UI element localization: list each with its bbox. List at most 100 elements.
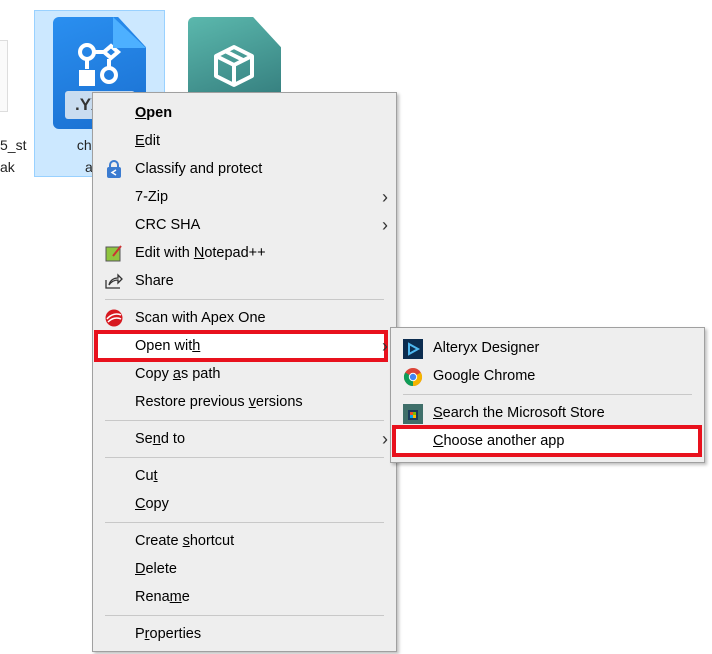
menu-item-label: Edit with Notepad++ [135, 239, 266, 267]
label-part: t [153, 468, 158, 484]
menu-item-restore-previous-versions[interactable]: Restore previous versions [93, 388, 396, 416]
label-part: h [192, 338, 201, 354]
menu-item-label: Copy [135, 490, 169, 518]
label-part: d to [160, 431, 186, 447]
menu-item-classify-and-protect[interactable]: Classify and protect [93, 155, 396, 183]
label-part: hoose another app [443, 433, 565, 449]
menu-item-scan-with-apex-one[interactable]: Scan with Apex One [93, 304, 396, 332]
label-part: Cu [135, 468, 154, 484]
label-part: Edit with [135, 245, 194, 261]
menu-item-label: 7-Zip [135, 183, 168, 211]
label-part: s path [180, 366, 221, 382]
chevron-right-icon: › [382, 187, 388, 207]
file-icon-partial[interactable] [0, 40, 8, 112]
menu-item-label: Search the Microsoft Store [433, 399, 605, 427]
label-part: elete [145, 561, 177, 577]
label-part: v [248, 394, 256, 410]
label-part: Alteryx Designer [433, 340, 540, 356]
menu-item-choose-another-app[interactable]: Choose another app [391, 427, 704, 455]
label-part: Create [135, 533, 183, 549]
menu-item-label: Alteryx Designer [433, 334, 539, 362]
label-part: Classify and protect [135, 161, 263, 177]
chevron-right-icon: › [382, 336, 388, 356]
label-part: Rena [135, 589, 170, 605]
menu-item-open[interactable]: Open [93, 99, 396, 127]
label-part: O [135, 105, 147, 121]
menu-item-create-shortcut[interactable]: Create shortcut [93, 527, 396, 555]
file-label-line: 5_st [0, 137, 27, 153]
label-part: C [433, 433, 444, 449]
alteryx-icon [403, 339, 423, 359]
menu-item-label: Edit [135, 127, 160, 155]
menu-item-send-to[interactable]: Send to › [93, 425, 396, 453]
label-part: S [433, 405, 443, 421]
label-part: dit [144, 133, 160, 149]
label-part: P [135, 626, 145, 642]
menu-item-google-chrome[interactable]: Google Chrome [391, 362, 704, 390]
menu-item-label: Open [135, 99, 172, 127]
lock-icon [105, 160, 123, 178]
menu-item-properties[interactable]: Properties [93, 620, 396, 648]
label-part: Open wit [135, 338, 193, 354]
menu-separator [403, 394, 692, 395]
menu-item-cut[interactable]: Cut [93, 462, 396, 490]
label-part: m [169, 589, 182, 605]
label-part: D [135, 561, 146, 577]
file-label-partial[interactable]: 5_stak [0, 134, 26, 178]
menu-item-label: Open with [135, 332, 200, 360]
menu-item-label: Create shortcut [135, 527, 234, 555]
menu-item-copy[interactable]: Copy [93, 490, 396, 518]
label-part: E [135, 133, 145, 149]
menu-item-crc-sha[interactable]: CRC SHA › [93, 211, 396, 239]
label-part: earch the Microsoft Store [442, 405, 605, 421]
apex-one-icon [105, 309, 123, 327]
menu-item-label: Google Chrome [433, 362, 535, 390]
file-label-line: ak [0, 159, 15, 175]
label-part: s [182, 533, 190, 549]
label-part: e [181, 589, 190, 605]
menu-separator [105, 522, 384, 523]
menu-item-open-with[interactable]: Open with › [93, 332, 396, 360]
label-part: opy [145, 496, 169, 512]
menu-separator [105, 420, 384, 421]
label-part: CRC SHA [135, 217, 201, 233]
menu-item-label: Cut [135, 462, 158, 490]
share-icon [105, 272, 123, 290]
menu-item-edit-with-notepad[interactable]: Edit with Notepad++ [93, 239, 396, 267]
menu-item-label: Classify and protect [135, 155, 262, 183]
menu-item-label: CRC SHA [135, 211, 200, 239]
menu-item-label: Send to [135, 425, 185, 453]
notepad-icon [105, 244, 123, 262]
menu-item-rename[interactable]: Rename [93, 583, 396, 611]
label-part: Se [135, 431, 153, 447]
menu-item-label: Properties [135, 620, 201, 648]
menu-item-delete[interactable]: Delete [93, 555, 396, 583]
label-part: otepad++ [204, 245, 266, 261]
menu-separator [105, 457, 384, 458]
label-part: 7-Zip [135, 189, 169, 205]
menu-item-copy-as-path[interactable]: Copy as path [93, 360, 396, 388]
label-part: a [172, 366, 181, 382]
label-part: operties [149, 626, 202, 642]
context-menu: Open Edit Classify and protect 7-Zip › CRC SH… [92, 92, 397, 652]
label-part: N [193, 245, 205, 261]
menu-item-label: Copy as path [135, 360, 220, 388]
label-part: ersions [255, 394, 303, 410]
menu-item-alteryx-designer[interactable]: Alteryx Designer [391, 334, 704, 362]
menu-item-edit[interactable]: Edit [93, 127, 396, 155]
label-part: Restore previous [135, 394, 249, 410]
menu-separator [105, 615, 384, 616]
menu-item-label: Choose another app [433, 427, 564, 455]
menu-item-share[interactable]: Share [93, 267, 396, 295]
label-part: pen [146, 105, 173, 121]
label-part: hortcut [189, 533, 235, 549]
chevron-right-icon: › [382, 429, 388, 449]
menu-item-search-the-microsoft-store[interactable]: Search the Microsoft Store [391, 399, 704, 427]
open-with-submenu: Alteryx Designer Google Chrome Search the … [390, 327, 705, 463]
label-part: Google Chrome [433, 368, 536, 384]
menu-item-label: Delete [135, 555, 177, 583]
menu-separator [105, 299, 384, 300]
label-part: Share [135, 273, 174, 289]
label-part: n [152, 431, 161, 447]
menu-item-7-zip[interactable]: 7-Zip › [93, 183, 396, 211]
